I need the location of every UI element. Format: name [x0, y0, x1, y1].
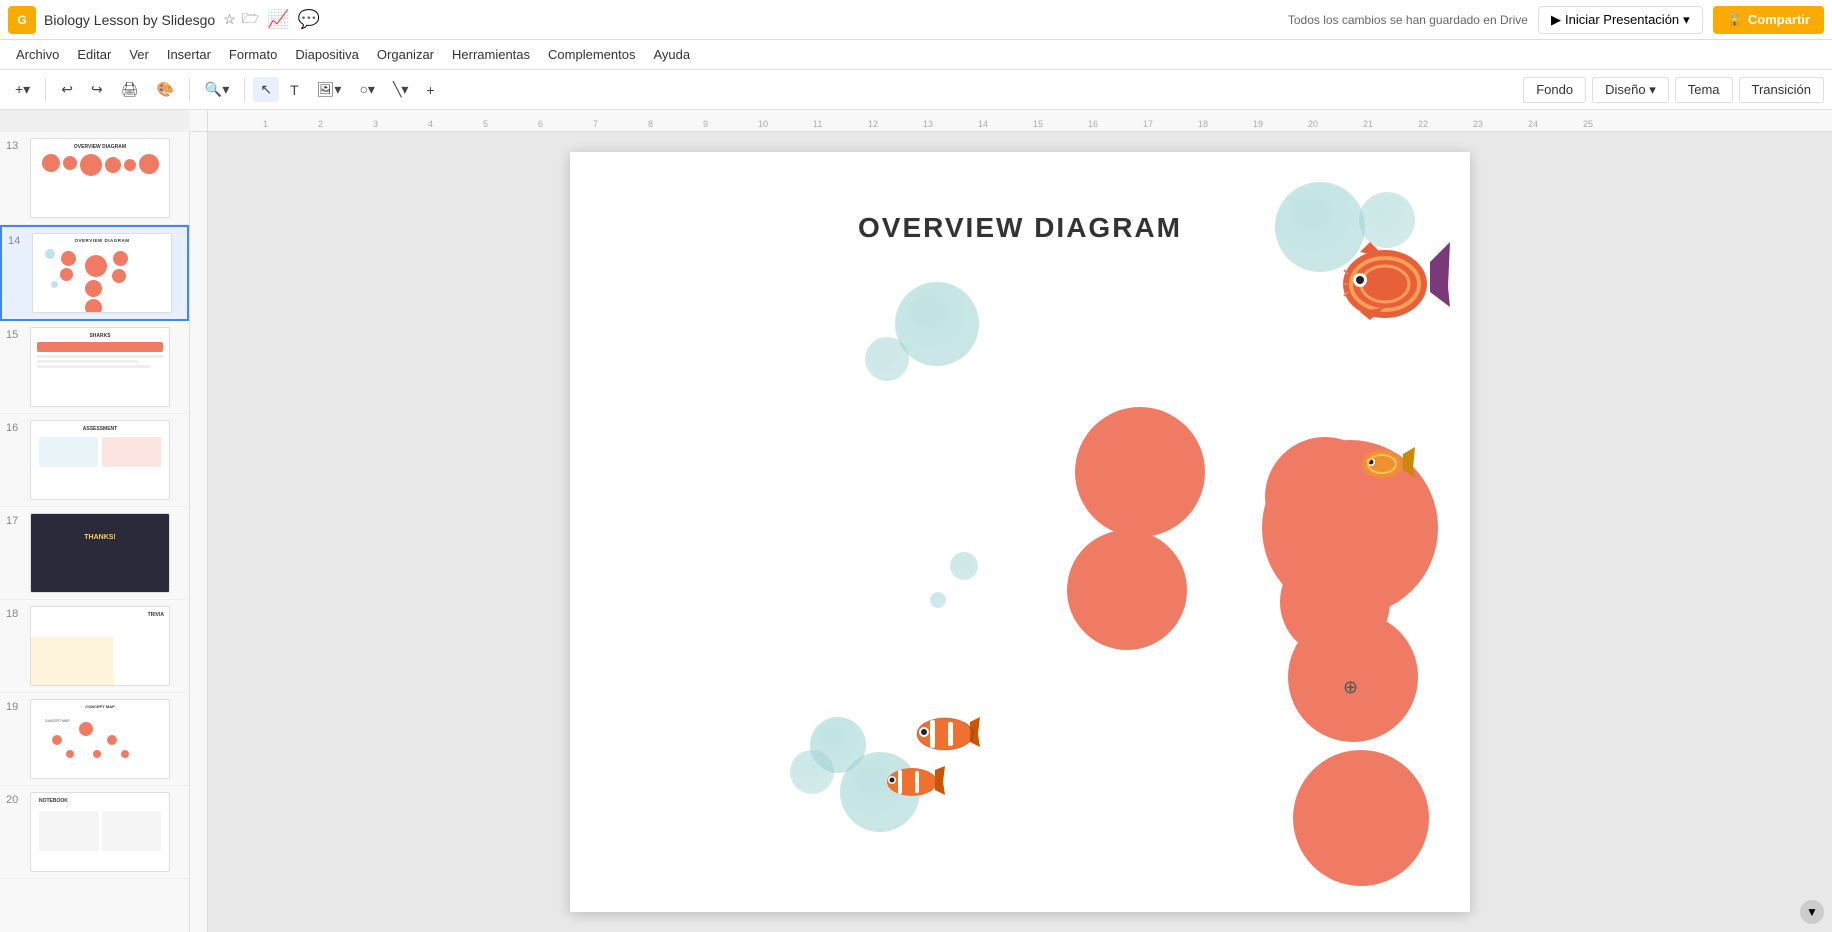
teal-bubble-7: [790, 750, 834, 794]
app-icon: G: [8, 6, 36, 34]
teal-bubble-3: [950, 552, 978, 580]
scroll-to-bottom[interactable]: ▼: [1800, 900, 1824, 924]
saved-msg: Todos los cambios se han guardado en Dri…: [1288, 13, 1528, 27]
slide-thumb-18[interactable]: 18 TRIVIA: [0, 600, 189, 693]
toolbar-right: Fondo Diseño ▾ Tema Transición: [1523, 77, 1824, 103]
menu-editar[interactable]: Editar: [69, 44, 119, 65]
present-button[interactable]: ▶ Iniciar Presentación ▾: [1538, 6, 1703, 34]
ruler-top: 1234567891011121314151617181920212223242…: [190, 110, 1832, 132]
toolbar: +▾ ↩ ↪ 🖨 🎨 🔍▾ ↖ T 🖼▾ ○▾ ╲▾ + Fondo Diseñ…: [0, 70, 1832, 110]
coral-circle-5[interactable]: [1293, 750, 1429, 886]
add-slide-btn[interactable]: +▾: [8, 77, 37, 102]
slide-preview-19: CONCEPT MAP CoNCEPT MAP: [30, 699, 170, 779]
move-cursor-icon: ⊕: [1343, 677, 1358, 698]
undo-btn[interactable]: ↩: [54, 77, 80, 102]
fondo-btn[interactable]: Fondo: [1523, 77, 1586, 103]
lock-icon: 🔒: [1727, 12, 1743, 28]
top-icons: 📈 💬: [267, 9, 320, 30]
slide-thumb-15[interactable]: 15 SHARKS: [0, 321, 189, 414]
menu-archivo[interactable]: Archivo: [8, 44, 67, 65]
slide-preview-13: OVERVIEW DIAGRAM: [30, 138, 170, 218]
slide-thumb-16[interactable]: 16 ASSESSMENT: [0, 414, 189, 507]
slide-panel: 13 OVERVIEW DIAGRAM 14 OVERVIEW DIAGRAM: [0, 132, 190, 932]
tema-btn[interactable]: Tema: [1675, 77, 1733, 103]
diseno-btn[interactable]: Diseño ▾: [1592, 77, 1669, 103]
fish-small: [1355, 442, 1415, 487]
slide-preview-14: OVERVIEW DIAGRAM: [32, 233, 172, 313]
menu-organizar[interactable]: Organizar: [369, 44, 442, 65]
menu-formato[interactable]: Formato: [221, 44, 285, 65]
clownfish-1: [910, 712, 980, 757]
slide-preview-18: TRIVIA: [30, 606, 170, 686]
menu-complementos[interactable]: Complementos: [540, 44, 643, 65]
canvas-area[interactable]: OVERVIEW DIAGRAM: [208, 132, 1832, 932]
share-button[interactable]: 🔒 Compartir: [1713, 6, 1824, 34]
zoom-btn[interactable]: 🔍▾: [198, 77, 236, 102]
doc-title: Biology Lesson by Slidesgo: [44, 12, 215, 28]
menu-ver[interactable]: Ver: [121, 44, 157, 65]
top-right: Todos los cambios se han guardado en Dri…: [1288, 6, 1824, 34]
canvas-container: OVERVIEW DIAGRAM: [190, 132, 1832, 932]
slide-preview-16: ASSESSMENT: [30, 420, 170, 500]
present-dropdown-icon: ▾: [1683, 12, 1690, 28]
transicion-btn[interactable]: Transición: [1739, 77, 1824, 103]
ruler-vertical: [190, 132, 208, 932]
image-tool[interactable]: 🖼▾: [310, 77, 349, 102]
shape-tool[interactable]: ○▾: [352, 77, 381, 102]
slide-thumb-20[interactable]: 20 NOTEBOOK: [0, 786, 189, 879]
slide-thumb-19[interactable]: 19 CONCEPT MAP CoNCEPT MAP: [0, 693, 189, 786]
folder-icon[interactable]: 🗁: [242, 8, 259, 32]
slide-thumb-13[interactable]: 13 OVERVIEW DIAGRAM: [0, 132, 189, 225]
coral-circle-7[interactable]: [1280, 547, 1390, 657]
menu-insertar[interactable]: Insertar: [159, 44, 219, 65]
main-area: 13 OVERVIEW DIAGRAM 14 OVERVIEW DIAGRAM: [0, 132, 1832, 932]
select-tool[interactable]: ↖: [253, 77, 279, 102]
menu-ayuda[interactable]: Ayuda: [645, 44, 698, 65]
slide-title: OVERVIEW DIAGRAM: [858, 212, 1182, 244]
print-btn[interactable]: 🖨: [114, 77, 146, 102]
menubar: Archivo Editar Ver Insertar Formato Diap…: [0, 40, 1832, 70]
comments-icon[interactable]: 💬: [298, 9, 320, 30]
coral-circle-2[interactable]: [1067, 530, 1187, 650]
menu-diapositiva[interactable]: Diapositiva: [287, 44, 367, 65]
topbar: G Biology Lesson by Slidesgo ☆ 🗁 📈 💬 Tod…: [0, 0, 1832, 40]
star-icon[interactable]: ☆: [223, 11, 236, 28]
comment-tool[interactable]: +: [419, 78, 441, 102]
coral-circle-1[interactable]: [1075, 407, 1205, 537]
slide-preview-20: NOTEBOOK: [30, 792, 170, 872]
teal-bubble-4: [930, 592, 946, 608]
paint-format-btn[interactable]: 🎨: [149, 77, 180, 102]
redo-btn[interactable]: ↪: [84, 77, 110, 102]
line-tool[interactable]: ╲▾: [386, 77, 415, 102]
slide-thumb-17[interactable]: 17 THANKS!: [0, 507, 189, 600]
teal-bubble-2: [865, 337, 909, 381]
slide-preview-15: SHARKS: [30, 327, 170, 407]
slide-thumb-14[interactable]: 14 OVERVIEW DIAGRAM: [0, 225, 189, 321]
present-icon: ▶: [1551, 12, 1561, 28]
slide-preview-17: THANKS!: [30, 513, 170, 593]
menu-herramientas[interactable]: Herramientas: [444, 44, 538, 65]
stats-icon[interactable]: 📈: [267, 9, 289, 30]
doc-icons: ☆ 🗁: [223, 8, 259, 32]
slide-canvas[interactable]: OVERVIEW DIAGRAM: [570, 152, 1470, 912]
text-tool[interactable]: T: [283, 78, 306, 102]
clownfish-2: [880, 762, 945, 802]
fish-large: [1330, 232, 1450, 332]
